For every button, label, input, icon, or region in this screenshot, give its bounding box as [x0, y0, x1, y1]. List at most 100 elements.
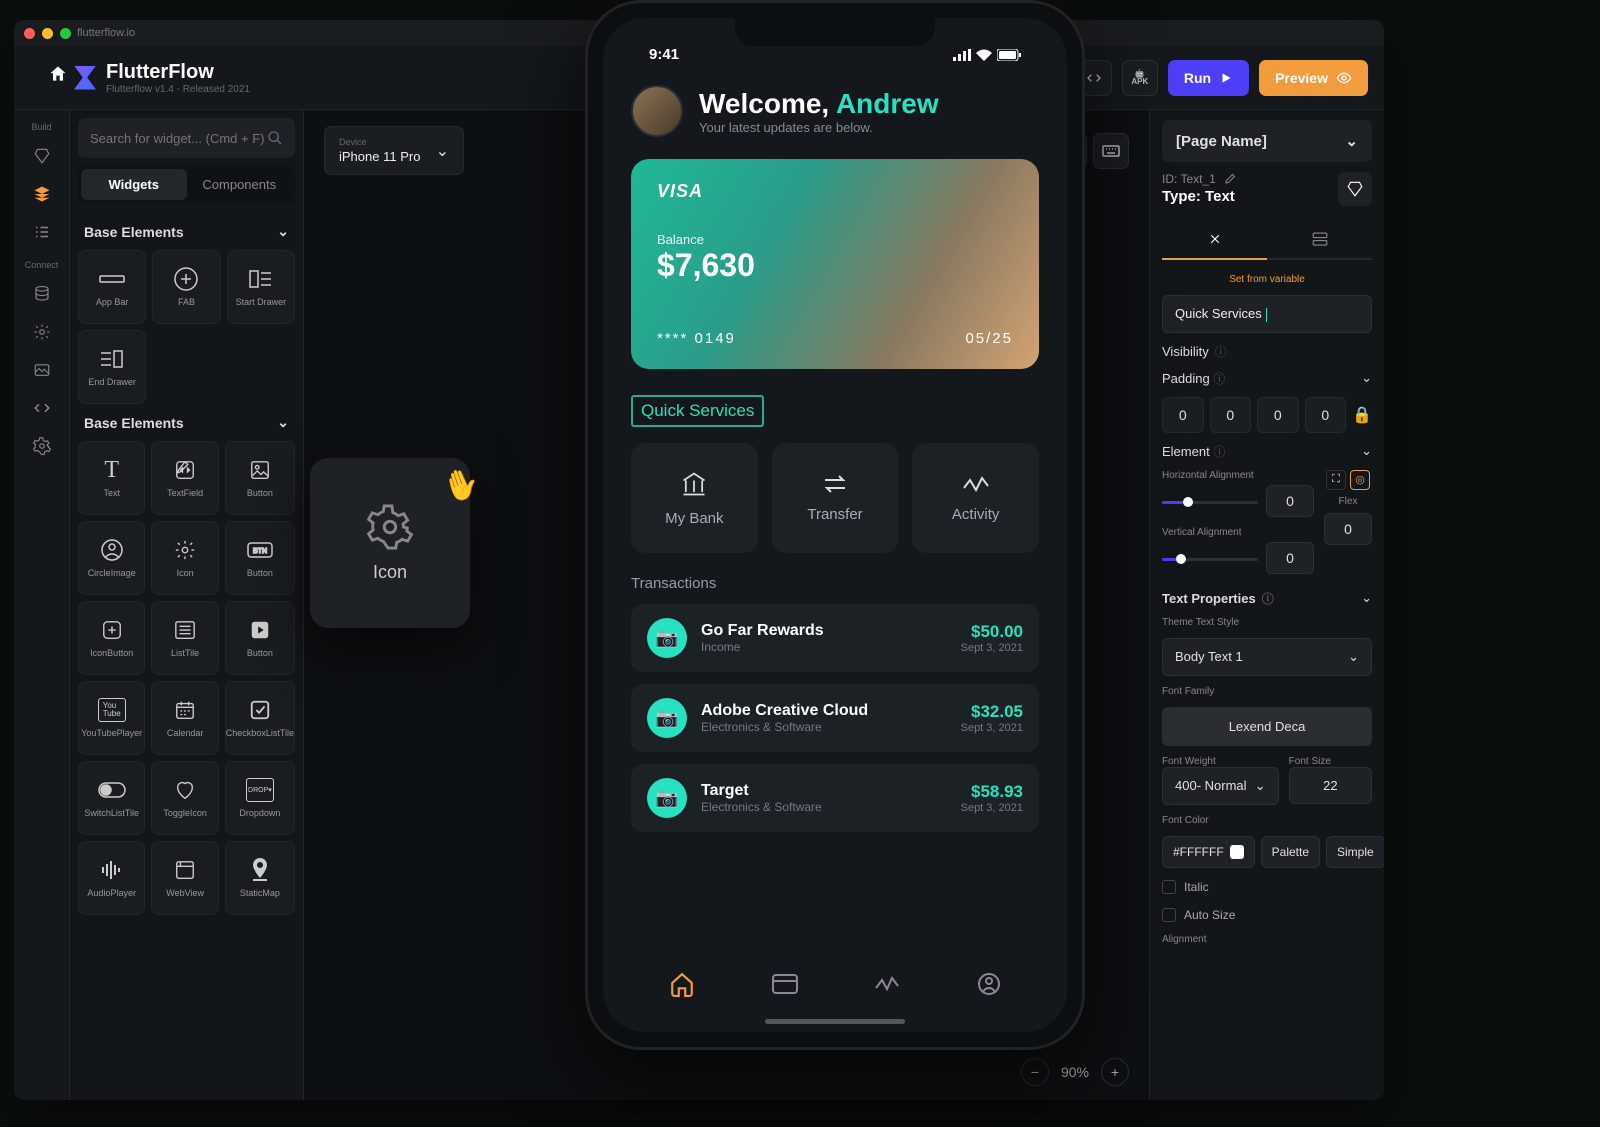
- service-transfer[interactable]: Transfer: [772, 443, 899, 553]
- apk-icon[interactable]: 🤖APK: [1122, 60, 1158, 96]
- widget-fab[interactable]: FAB: [152, 250, 220, 324]
- gallery-icon[interactable]: [24, 352, 60, 388]
- tab-components[interactable]: Components: [187, 169, 293, 200]
- widget-dropdown[interactable]: DROP▾Dropdown: [225, 761, 295, 835]
- shrink-icon[interactable]: ◎: [1350, 470, 1370, 490]
- theme-style-select[interactable]: Body Text 1⌄: [1162, 638, 1372, 676]
- home-indicator[interactable]: [765, 1019, 905, 1024]
- palette-button[interactable]: Palette: [1261, 836, 1320, 868]
- widget-checkbox[interactable]: CheckboxListTile: [225, 681, 295, 755]
- diamond-badge-icon[interactable]: [1338, 172, 1372, 206]
- widget-text[interactable]: TText: [78, 441, 145, 515]
- database-icon[interactable]: [24, 276, 60, 312]
- settings-icon[interactable]: [24, 428, 60, 464]
- lock-icon[interactable]: 🔒: [1352, 405, 1372, 425]
- widget-webview[interactable]: WebView: [151, 841, 218, 915]
- font-size-input[interactable]: 22: [1289, 767, 1372, 804]
- pad-top[interactable]: 0: [1210, 397, 1252, 433]
- widget-appbar[interactable]: App Bar: [78, 250, 146, 324]
- nav-home-icon[interactable]: [669, 971, 695, 997]
- list-icon[interactable]: [24, 214, 60, 250]
- widget-youtube[interactable]: YouTubeYouTubePlayer: [78, 681, 145, 755]
- widget-switch[interactable]: SwitchListTile: [78, 761, 145, 835]
- group-header-1[interactable]: Base Elements⌄: [78, 213, 295, 250]
- device-selector[interactable]: Device iPhone 11 Pro ⌄: [324, 126, 464, 175]
- simple-button[interactable]: Simple: [1326, 836, 1384, 868]
- nav-card-icon[interactable]: [772, 974, 798, 994]
- flex-value[interactable]: 0: [1324, 513, 1372, 545]
- set-from-variable[interactable]: Set from variable: [1162, 270, 1372, 285]
- nav-activity-icon[interactable]: [874, 974, 900, 994]
- v-align-value[interactable]: 0: [1266, 542, 1314, 574]
- visibility-row[interactable]: Visibilityⓘ: [1162, 343, 1372, 360]
- page-selector[interactable]: [Page Name]⌄: [1162, 120, 1372, 162]
- transaction-row[interactable]: 📷 TargetElectronics & Software $58.93Sep…: [631, 764, 1039, 832]
- v-align-slider[interactable]: [1162, 558, 1258, 561]
- quick-services-label[interactable]: Quick Services: [631, 395, 764, 427]
- service-activity[interactable]: Activity: [912, 443, 1039, 553]
- code-rail-icon[interactable]: [24, 390, 60, 426]
- home-icon[interactable]: [40, 56, 76, 92]
- nav-profile-icon[interactable]: [977, 972, 1001, 996]
- autosize-checkbox[interactable]: Auto Size: [1162, 906, 1372, 924]
- chevron-down-icon: ⌄: [1345, 132, 1358, 150]
- color-hex[interactable]: #FFFFFF: [1162, 836, 1255, 868]
- transaction-row[interactable]: 📷 Adobe Creative CloudElectronics & Soft…: [631, 684, 1039, 752]
- service-mybank[interactable]: My Bank: [631, 443, 758, 553]
- pad-right[interactable]: 0: [1257, 397, 1299, 433]
- diamond-icon[interactable]: [24, 138, 60, 174]
- font-family-select[interactable]: Lexend Deca: [1162, 707, 1372, 746]
- tab-data-icon[interactable]: [1267, 220, 1372, 258]
- pad-bottom[interactable]: 0: [1305, 397, 1347, 433]
- chevron-down-icon: ⌄: [1361, 443, 1372, 459]
- widget-calendar[interactable]: Calendar: [151, 681, 218, 755]
- preview-button[interactable]: Preview: [1259, 60, 1368, 96]
- close-dot[interactable]: [24, 28, 35, 39]
- tab-widgets[interactable]: Widgets: [81, 169, 187, 200]
- widget-button[interactable]: Button: [225, 441, 295, 515]
- widget-listtile[interactable]: ListTile: [151, 601, 218, 675]
- font-weight-select[interactable]: 400- Normal⌄: [1162, 767, 1279, 805]
- h-align-value[interactable]: 0: [1266, 485, 1314, 517]
- layers-icon[interactable]: [24, 176, 60, 212]
- keyboard-view-icon[interactable]: [1093, 133, 1129, 169]
- maximize-dot[interactable]: [60, 28, 71, 39]
- transaction-row[interactable]: 📷 Go Far RewardsIncome $50.00Sept 3, 202…: [631, 604, 1039, 672]
- widget-button2[interactable]: BTNButton: [225, 521, 295, 595]
- phone-screen[interactable]: 9:41 Welcome, Andrew Your latest updates…: [603, 18, 1067, 1032]
- widget-button3[interactable]: Button: [225, 601, 295, 675]
- widget-iconbutton[interactable]: IconButton: [78, 601, 145, 675]
- balance-card[interactable]: VISA Balance $7,630 **** 0149 05/25: [631, 159, 1039, 369]
- element-header[interactable]: Element ⓘ⌄: [1162, 443, 1372, 460]
- text-props-header[interactable]: Text Properties ⓘ⌄: [1162, 590, 1372, 607]
- expand-icon[interactable]: ⛶: [1326, 470, 1346, 490]
- tab-design-icon[interactable]: [1162, 220, 1267, 260]
- avatar[interactable]: [631, 85, 683, 137]
- run-button[interactable]: Run: [1168, 60, 1249, 96]
- widget-toggleicon[interactable]: ToggleIcon: [151, 761, 218, 835]
- widget-enddrawer[interactable]: End Drawer: [78, 330, 146, 404]
- pad-left[interactable]: 0: [1162, 397, 1204, 433]
- zoom-out[interactable]: −: [1021, 1058, 1049, 1086]
- widget-staticmap[interactable]: StaticMap: [225, 841, 295, 915]
- padding-header[interactable]: Padding ⓘ⌄: [1162, 370, 1372, 387]
- widget-circleimage[interactable]: CircleImage: [78, 521, 145, 595]
- search-input[interactable]: [90, 131, 267, 146]
- widget-textfield[interactable]: TextField: [151, 441, 218, 515]
- italic-checkbox[interactable]: Italic: [1162, 878, 1372, 896]
- h-align-slider[interactable]: [1162, 501, 1258, 504]
- text-value-input[interactable]: Quick Services: [1162, 295, 1372, 333]
- widgets-panel: Widgets Components Base Elements⌄ App Ba…: [70, 110, 304, 1100]
- edit-icon[interactable]: [1224, 173, 1236, 185]
- card-expiry: 05/25: [965, 330, 1013, 347]
- zoom-controls: − 90% +: [1021, 1058, 1129, 1086]
- minimize-dot[interactable]: [42, 28, 53, 39]
- group-header-2[interactable]: Base Elements⌄: [78, 404, 295, 441]
- zoom-in[interactable]: +: [1101, 1058, 1129, 1086]
- gear-icon[interactable]: [24, 314, 60, 350]
- widget-search[interactable]: [78, 118, 295, 158]
- widget-icon[interactable]: Icon: [151, 521, 218, 595]
- widget-startdrawer[interactable]: Start Drawer: [227, 250, 295, 324]
- chevron-down-icon: ⌄: [1361, 590, 1372, 606]
- widget-audio[interactable]: AudioPlayer: [78, 841, 145, 915]
